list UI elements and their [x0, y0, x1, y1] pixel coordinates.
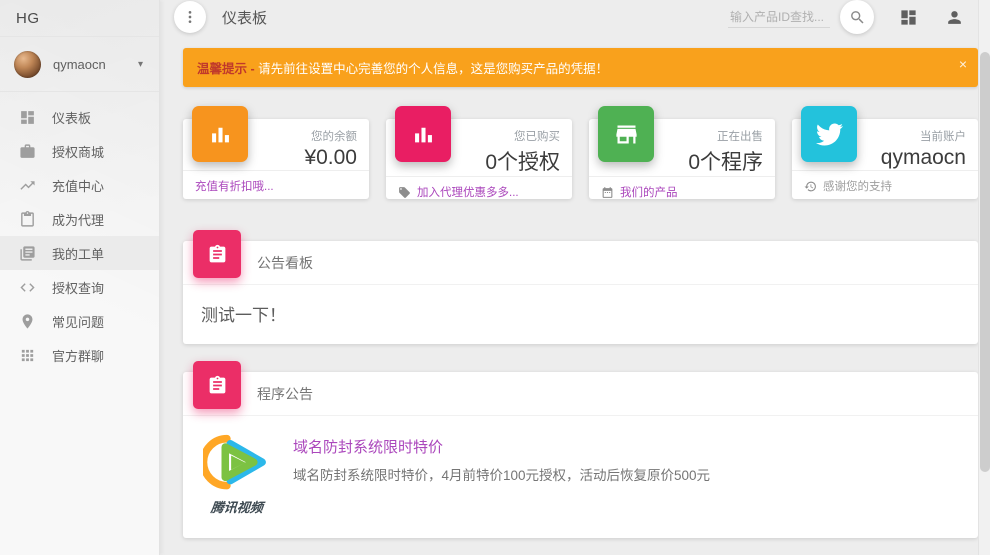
sidebar-item-official-group[interactable]: 官方群聊: [0, 338, 159, 372]
stat-footer-label: 感谢您的支持: [823, 178, 892, 194]
dashboard-icon: [18, 108, 36, 126]
sidebar-toggle-button[interactable]: [174, 1, 206, 33]
sidebar-item-become-agent[interactable]: 成为代理: [0, 202, 159, 236]
announcement-title-link[interactable]: 域名防封系统限时特价: [293, 436, 710, 457]
account-button[interactable]: [942, 5, 966, 29]
stat-value: ¥0.00: [259, 146, 357, 170]
apps-grid-icon: [18, 346, 36, 364]
bar-chart-icon: [192, 106, 248, 162]
app-logo: HG: [0, 0, 159, 37]
history-icon: [804, 180, 817, 193]
sidebar-item-label: 常见问题: [52, 312, 104, 331]
sidebar-item-label: 充值中心: [52, 176, 104, 195]
bar-chart-icon: [395, 106, 451, 162]
username: qymaocn: [53, 57, 138, 72]
program-announcements-panel: 程序公告 腾讯视频 域名防封系统限时特价 域名防封系统限时特价，4月前特: [183, 372, 978, 538]
scrollbar[interactable]: [978, 0, 990, 555]
trending-up-icon: [18, 176, 36, 194]
panel-title: 公告看板: [183, 241, 978, 285]
main-area: 仪表板 温馨提示 - 请先前往设置中心完善您的个人信息，这是您购买产品的凭据！ …: [160, 0, 990, 555]
stat-footer-link[interactable]: 感谢您的支持: [792, 170, 978, 201]
storefront-icon: [598, 106, 654, 162]
stat-footer-label: 我们的产品: [620, 184, 678, 200]
clipboard-note-icon: [193, 230, 241, 278]
sidebar-item-faq[interactable]: 常见问题: [0, 304, 159, 338]
clipboard-note-icon: [193, 361, 241, 409]
announcement-board-panel: 公告看板 测试一下！: [183, 241, 978, 344]
sidebar: HG qymaocn ▾ 仪表板 授权商城 充值中心 成为代理: [0, 0, 160, 555]
sidebar-item-my-tickets[interactable]: 我的工单: [0, 236, 159, 270]
stat-card-balance: 您的余额 ¥0.00 充值有折扣哦...: [183, 119, 369, 199]
sidebar-item-recharge[interactable]: 充值中心: [0, 168, 159, 202]
search-button[interactable]: [840, 0, 874, 34]
sidebar-item-auth-query[interactable]: 授权查询: [0, 270, 159, 304]
stat-footer-link[interactable]: 我们的产品: [589, 176, 775, 207]
panel-title: 程序公告: [183, 372, 978, 416]
stat-footer-label: 充值有折扣哦...: [195, 178, 274, 194]
tencent-video-logo: 腾讯视频: [201, 432, 273, 516]
chevron-down-icon[interactable]: ▾: [138, 59, 145, 70]
announcement-text: 域名防封系统限时特价 域名防封系统限时特价，4月前特价100元授权，活动后恢复原…: [293, 432, 710, 484]
stat-label: 您已购买: [462, 128, 560, 144]
more-vert-icon: [182, 9, 198, 25]
alert-banner: 温馨提示 - 请先前往设置中心完善您的个人信息，这是您购买产品的凭据！ ×: [183, 48, 978, 87]
stat-label: 您的余额: [259, 128, 357, 144]
avatar[interactable]: [14, 51, 41, 78]
sidebar-item-label: 成为代理: [52, 210, 104, 229]
search-input[interactable]: [728, 7, 830, 28]
close-icon[interactable]: ×: [959, 57, 967, 71]
stat-card-account: 当前账户 qymaocn 感谢您的支持: [792, 119, 978, 199]
sidebar-item-label: 官方群聊: [52, 346, 104, 365]
announcement-description: 域名防封系统限时特价，4月前特价100元授权，活动后恢复原价500元: [293, 464, 710, 484]
sidebar-item-label: 授权商城: [52, 142, 104, 161]
sidebar-item-auth-store[interactable]: 授权商城: [0, 134, 159, 168]
stat-cards: 您的余额 ¥0.00 充值有折扣哦... 您已购买 0个授权: [183, 119, 978, 199]
stat-label: 正在出售: [665, 128, 763, 144]
stat-value: qymaocn: [868, 146, 966, 170]
clipboard-icon: [18, 210, 36, 228]
search-icon: [849, 9, 866, 26]
alert-prefix: 温馨提示 -: [197, 62, 255, 76]
stat-value: 0个授权: [462, 146, 560, 176]
sidebar-item-dashboard[interactable]: 仪表板: [0, 100, 159, 134]
tag-icon: [398, 186, 411, 199]
person-icon: [945, 8, 964, 27]
app-root: HG qymaocn ▾ 仪表板 授权商城 充值中心 成为代理: [0, 0, 990, 555]
code-icon: [18, 278, 36, 296]
twitter-icon: [801, 106, 857, 162]
stat-footer-link[interactable]: 充值有折扣哦...: [183, 170, 369, 201]
sidebar-menu: 仪表板 授权商城 充值中心 成为代理 我的工单 授权查询: [0, 92, 159, 372]
calendar-icon: [601, 186, 614, 199]
ledger-icon: [18, 244, 36, 262]
page-title: 仪表板: [222, 7, 267, 28]
content: 温馨提示 - 请先前往设置中心完善您的个人信息，这是您购买产品的凭据！ × 您的…: [160, 34, 990, 555]
briefcase-icon: [18, 142, 36, 160]
sidebar-item-label: 授权查询: [52, 278, 104, 297]
stat-card-selling: 正在出售 0个程序 我们的产品: [589, 119, 775, 199]
sidebar-item-label: 仪表板: [52, 108, 91, 127]
stat-footer-label: 加入代理优惠多多...: [417, 184, 519, 200]
pin-icon: [18, 312, 36, 330]
board-content: 测试一下！: [183, 285, 978, 344]
apps-button[interactable]: [896, 5, 920, 29]
stat-value: 0个程序: [665, 146, 763, 176]
scrollbar-thumb[interactable]: [980, 52, 990, 472]
stat-footer-link[interactable]: 加入代理优惠多多...: [386, 176, 572, 207]
announcement-item: 腾讯视频 域名防封系统限时特价 域名防封系统限时特价，4月前特价100元授权，活…: [183, 416, 978, 538]
stat-label: 当前账户: [868, 128, 966, 144]
alert-message: 请先前往设置中心完善您的个人信息，这是您购买产品的凭据！: [255, 62, 608, 76]
grid-icon: [899, 8, 918, 27]
topbar: 仪表板: [160, 0, 990, 34]
logo-caption: 腾讯视频: [200, 497, 274, 516]
stat-card-purchased: 您已购买 0个授权 加入代理优惠多多...: [386, 119, 572, 199]
sidebar-item-label: 我的工单: [52, 244, 104, 263]
user-menu[interactable]: qymaocn ▾: [0, 37, 159, 92]
